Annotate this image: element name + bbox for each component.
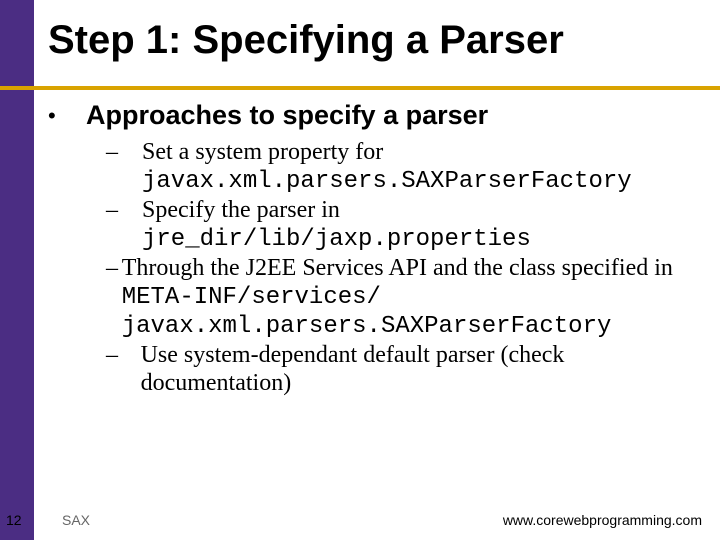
item-text: Use system-dependant default parser (che… bbox=[141, 342, 698, 397]
list-item: – Use system-dependant default parser (c… bbox=[106, 342, 698, 397]
item-code: META-INF/services/ javax.xml.parsers.SAX… bbox=[122, 284, 612, 340]
dash: – bbox=[106, 197, 142, 253]
dash: – bbox=[106, 255, 122, 340]
item-text: Specify the parser in jre_dir/lib/jaxp.p… bbox=[142, 197, 531, 253]
slide: Step 1: Specifying a Parser • Approaches… bbox=[0, 0, 720, 540]
footer-right: www.corewebprogramming.com bbox=[503, 512, 702, 528]
accent-bar bbox=[0, 86, 720, 90]
footer-left: SAX bbox=[62, 512, 90, 528]
item-plain: Use system-dependant default parser (che… bbox=[141, 342, 565, 396]
bullet-dot: • bbox=[48, 100, 86, 131]
bullet-level1: • Approaches to specify a parser bbox=[48, 100, 698, 131]
heading: Approaches to specify a parser bbox=[86, 100, 488, 131]
item-code: javax.xml.parsers.SAXParserFactory bbox=[142, 168, 632, 195]
item-plain: Set a system property for bbox=[142, 139, 383, 165]
list-item: – Set a system property for javax.xml.pa… bbox=[106, 139, 698, 195]
list-item: – Through the J2EE Services API and the … bbox=[106, 255, 698, 340]
sidebar bbox=[0, 0, 34, 540]
list-item: – Specify the parser in jre_dir/lib/jaxp… bbox=[106, 197, 698, 253]
page-number: 12 bbox=[6, 512, 22, 528]
dash: – bbox=[106, 342, 141, 397]
item-code: jre_dir/lib/jaxp.properties bbox=[142, 226, 531, 253]
slide-body: • Approaches to specify a parser – Set a… bbox=[48, 100, 698, 399]
item-plain: Specify the parser in bbox=[142, 197, 340, 223]
dash: – bbox=[106, 139, 142, 195]
item-text: Through the J2EE Services API and the cl… bbox=[122, 255, 698, 340]
item-plain: Through the J2EE Services API and the cl… bbox=[122, 255, 673, 281]
item-text: Set a system property for javax.xml.pars… bbox=[142, 139, 632, 195]
slide-title: Step 1: Specifying a Parser bbox=[48, 18, 564, 63]
